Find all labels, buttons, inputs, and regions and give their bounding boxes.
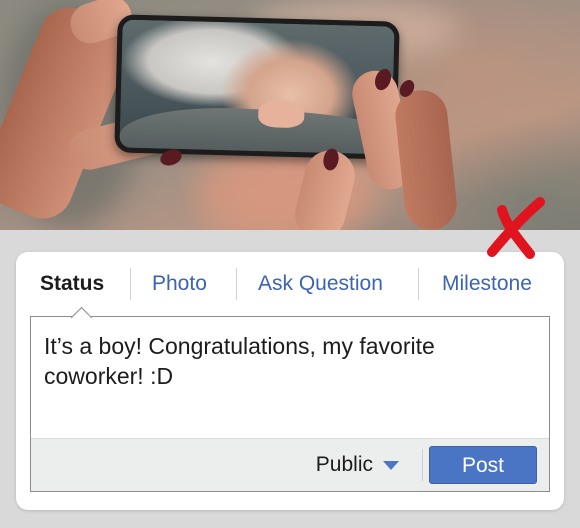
privacy-selector[interactable]: Public [316, 439, 399, 491]
post-composer-card: Status Photo Ask Question Milestone It’s… [16, 252, 564, 510]
tab-divider [236, 268, 237, 300]
tab-photo[interactable]: Photo [152, 264, 207, 304]
red-x-icon [487, 197, 545, 259]
tab-ask-question[interactable]: Ask Question [258, 264, 383, 304]
status-text[interactable]: It’s a boy! Congratulations, my favorite… [44, 331, 537, 391]
post-button[interactable]: Post [429, 446, 537, 484]
privacy-label: Public [315, 453, 373, 476]
caret-down-icon [383, 460, 399, 470]
tab-divider [418, 268, 419, 300]
composer-tabs: Status Photo Ask Question Milestone [16, 264, 564, 304]
tab-milestone[interactable]: Milestone [442, 264, 532, 304]
footer-divider [422, 449, 423, 481]
tab-status[interactable]: Status [40, 264, 104, 304]
status-textarea[interactable]: It’s a boy! Congratulations, my favorite… [30, 316, 550, 492]
tab-divider [130, 268, 131, 300]
composer-footer: Public Post [31, 438, 549, 491]
